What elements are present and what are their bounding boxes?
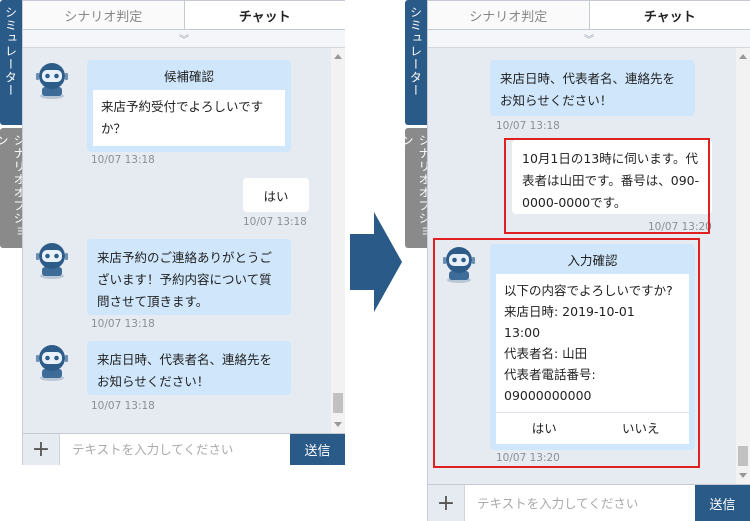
bot-message: 来店日時、代表者名、連絡先をお知らせください！ — [490, 60, 695, 116]
tab-chat[interactable]: チャット — [589, 0, 750, 29]
bot-message-text: 来店予約のご連絡ありがとうございます！予約内容について質問させて頂きます。 — [97, 250, 273, 309]
sidetab-simulator-label: シミュレーター — [3, 6, 18, 97]
highlight-box-user-message — [504, 138, 710, 234]
user-message-text: はい — [263, 189, 289, 204]
tab-chat[interactable]: チャット — [184, 0, 345, 29]
timestamp: 10/07 13:18 — [496, 120, 560, 132]
robot-avatar-icon — [36, 345, 68, 381]
message-input[interactable] — [464, 485, 695, 521]
chat-area: 候補確認 来店予約受付でよろしいですか？ 10/07 13:18 はい 10/0… — [23, 48, 331, 433]
bot-message: 来店予約のご連絡ありがとうございます！予約内容について質問させて頂きます。 — [87, 239, 291, 315]
scrollbar[interactable] — [736, 48, 750, 484]
scroll-up-icon[interactable] — [334, 54, 342, 59]
tab-scenario[interactable]: シナリオ判定 — [23, 0, 185, 29]
plus-icon[interactable]: + — [23, 437, 59, 462]
scroll-thumb[interactable] — [738, 446, 748, 466]
plus-icon[interactable]: + — [428, 491, 464, 516]
tab-bar: シナリオ判定 チャット — [428, 0, 750, 30]
scroll-thumb[interactable] — [333, 393, 343, 413]
card-title: 候補確認 — [163, 69, 214, 84]
sidetab-scenario-option[interactable]: シナリオオプション — [400, 128, 431, 248]
message-input[interactable] — [59, 434, 290, 465]
user-message: はい — [243, 178, 309, 212]
sidetab-simulator-label: シミュレーター — [408, 6, 423, 97]
send-button[interactable]: 送信 — [695, 485, 750, 521]
timestamp: 10/07 13:18 — [91, 318, 155, 330]
scroll-down-icon[interactable] — [334, 422, 342, 427]
bot-message-text: 来店日時、代表者名、連絡先をお知らせください！ — [500, 71, 676, 108]
bot-message: 来店日時、代表者名、連絡先をお知らせください！ — [87, 341, 291, 395]
chat-panel-left: シナリオ判定 チャット ︾ 候補確認 来店予約受付でよろしいですか？ 10/07… — [22, 0, 345, 465]
scroll-up-icon[interactable] — [739, 54, 747, 59]
sidetab-simulator[interactable]: シミュレーター — [0, 0, 22, 125]
highlight-box-confirm-card — [433, 238, 700, 468]
robot-avatar-icon — [36, 63, 68, 99]
timestamp: 10/07 13:18 — [243, 216, 307, 228]
bot-card-candidate: 候補確認 来店予約受付でよろしいですか？ — [87, 60, 291, 152]
input-bar: + 送信 — [428, 484, 750, 521]
timestamp: 10/07 13:18 — [91, 154, 155, 166]
card-body: 来店予約受付でよろしいですか？ — [93, 90, 285, 146]
input-bar: + 送信 — [23, 433, 345, 465]
bot-message-text: 来店日時、代表者名、連絡先をお知らせください！ — [97, 352, 273, 389]
timestamp: 10/07 13:18 — [91, 400, 155, 412]
tab-bar: シナリオ判定 チャット — [23, 0, 345, 30]
chevron-double-down-icon: ︾ — [584, 35, 594, 46]
collapse-toggle[interactable]: ︾ — [428, 30, 750, 48]
robot-avatar-icon — [36, 243, 68, 279]
send-button[interactable]: 送信 — [290, 434, 345, 465]
chevron-double-down-icon: ︾ — [179, 35, 189, 46]
sidetab-scenario-option[interactable]: シナリオオプション — [0, 128, 26, 248]
collapse-toggle[interactable]: ︾ — [23, 30, 345, 48]
arrow-right-icon — [350, 212, 402, 312]
scrollbar[interactable] — [331, 48, 345, 433]
sidetab-simulator[interactable]: シミュレーター — [405, 0, 427, 125]
scroll-down-icon[interactable] — [739, 473, 747, 478]
tab-scenario[interactable]: シナリオ判定 — [428, 0, 590, 29]
